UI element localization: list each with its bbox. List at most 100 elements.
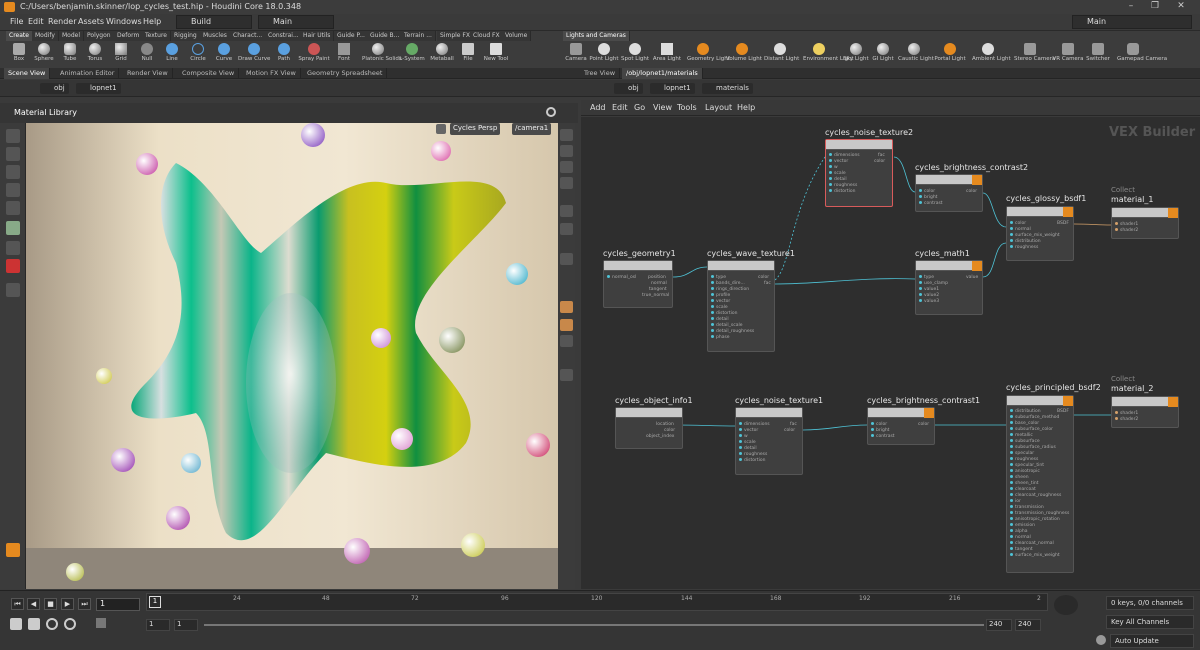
network-editor[interactable]: VEX Builder cycles_noise_texture2 dimens… (581, 117, 1200, 589)
viewport[interactable]: Cycles Persp /camera1 (26, 123, 558, 589)
lock-view-icon[interactable] (560, 161, 573, 173)
node-cycles-object-info1[interactable]: location color object_index (615, 407, 683, 449)
tab-tree-view[interactable]: Tree View (580, 68, 621, 79)
timeline-track[interactable]: 1 24 48 72 96 120 144 168 192 216 2 (146, 593, 1048, 611)
net-menu-view[interactable]: View (653, 103, 672, 112)
crumb-lopnet1[interactable]: lopnet1 (76, 83, 121, 94)
light-icon[interactable] (560, 205, 573, 217)
snap-icon[interactable] (560, 301, 573, 313)
display-flag-icon[interactable] (972, 175, 982, 185)
display-flag-icon[interactable] (924, 408, 934, 418)
range-start-field[interactable]: 1 (146, 619, 170, 631)
net-menu-help[interactable]: Help (737, 103, 755, 112)
render-region-toggle-icon[interactable] (560, 319, 573, 331)
key-icon[interactable] (1054, 595, 1078, 615)
realtime-icon[interactable] (10, 618, 22, 630)
shelf-tab-simple-fx[interactable]: Simple FX (437, 31, 474, 41)
close-icon[interactable]: ✕ (1174, 1, 1188, 12)
tool-point-light[interactable]: Point Light (588, 42, 620, 68)
tool-spot-light[interactable]: Spot Light (619, 42, 651, 68)
node-material-1[interactable]: shader1 shader2 (1111, 207, 1179, 239)
shelf-tab-guide-p[interactable]: Guide P... (334, 31, 369, 41)
last-frame-button[interactable]: ⏭ (78, 598, 91, 610)
shelf-tab-polygon[interactable]: Polygon (84, 31, 115, 41)
node-cycles-brightness-contrast2[interactable]: color bright contrast color (915, 174, 983, 212)
handle-tool-icon[interactable] (6, 221, 20, 235)
record-icon[interactable] (64, 618, 76, 630)
shelf-tab-lights-cameras[interactable]: Lights and Cameras (563, 31, 630, 41)
tool-gi-light[interactable]: GI Light (867, 42, 899, 68)
shelf-tab-texture[interactable]: Texture (142, 31, 171, 41)
net-menu-tools[interactable]: Tools (677, 103, 697, 112)
shading-icon[interactable] (560, 177, 573, 189)
grid-toggle-icon[interactable] (560, 253, 573, 265)
tab-scene-view[interactable]: Scene View (4, 68, 51, 79)
tool-curve[interactable]: Curve (208, 42, 240, 68)
shelf-tab-modify[interactable]: Modify (32, 31, 59, 41)
net-menu-layout[interactable]: Layout (705, 103, 732, 112)
maximize-icon[interactable]: ❐ (1148, 1, 1162, 12)
audio-icon[interactable] (28, 618, 40, 630)
tool-l-system[interactable]: L-System (396, 42, 428, 68)
menu-file[interactable]: File (10, 17, 23, 26)
tool-environment-light[interactable]: Environment Light (803, 42, 854, 68)
shelf-tab-terrain[interactable]: Terrain ... (401, 31, 436, 41)
net-menu-edit[interactable]: Edit (612, 103, 628, 112)
crumb-obj[interactable]: obj (614, 83, 643, 94)
tab-render-view[interactable]: Render View (123, 68, 173, 79)
tool-platonic-solids[interactable]: Platonic Solids (362, 42, 402, 68)
first-frame-button[interactable]: ⏮ (11, 598, 24, 610)
node-material-2[interactable]: shader1 shader2 (1111, 396, 1179, 428)
node-cycles-math1[interactable]: type use_clamp value1 value2 value3 valu… (915, 260, 983, 315)
menu-edit[interactable]: Edit (28, 17, 44, 26)
shelf-tab-deform[interactable]: Deform (114, 31, 144, 41)
visibility-icon[interactable] (560, 335, 573, 347)
node-cycles-glossy-bsdf1[interactable]: color normal surface_mix_weight distribu… (1006, 206, 1074, 261)
range-end-field[interactable]: 240 (986, 619, 1012, 631)
gear-icon[interactable] (546, 107, 556, 117)
lock-icon[interactable] (6, 147, 20, 161)
auto-update-dropdown[interactable]: Auto Update (1110, 634, 1194, 648)
display-flag-icon[interactable] (1168, 208, 1178, 218)
range-start-field-2[interactable]: 1 (174, 619, 198, 631)
tool-ambient-light[interactable]: Ambient Light (972, 42, 1011, 68)
tool-spray-paint[interactable]: Spray Paint (298, 42, 330, 68)
tab-motion-fx-view[interactable]: Motion FX View (242, 68, 301, 79)
layout-dropdown[interactable]: Main (258, 15, 334, 29)
right-desktop-dropdown[interactable]: Main (1072, 15, 1192, 29)
tool-caustic-light[interactable]: Caustic Light (898, 42, 934, 68)
display-flag-icon[interactable] (1168, 397, 1178, 407)
tool-font[interactable]: Font (328, 42, 360, 68)
move-tool-icon[interactable] (6, 165, 20, 179)
net-menu-add[interactable]: Add (590, 103, 606, 112)
display-flag-icon[interactable] (1063, 396, 1073, 406)
shelf-tab-charact[interactable]: Charact... (230, 31, 267, 41)
menu-render[interactable]: Render (48, 17, 76, 26)
display-flag-icon[interactable] (1063, 207, 1073, 217)
node-cycles-noise-texture2[interactable]: dimensions vector w scale detail roughne… (825, 139, 893, 207)
display-flag-icon[interactable] (972, 261, 982, 271)
shelf-tab-guide-b[interactable]: Guide B... (367, 31, 404, 41)
range-end-field-2[interactable]: 240 (1015, 619, 1041, 631)
loop-icon[interactable] (46, 618, 58, 630)
tab-geometry-spreadsheet[interactable]: Geometry Spreadsheet (303, 68, 388, 79)
shelf-tab-cloud-fx[interactable]: Cloud FX (470, 31, 504, 41)
tool-draw-curve[interactable]: Draw Curve (238, 42, 270, 68)
net-menu-go[interactable]: Go (634, 103, 645, 112)
tool-volume-light[interactable]: Volume Light (726, 42, 762, 68)
select-tool-icon[interactable] (6, 129, 20, 143)
menu-windows[interactable]: Windows (106, 17, 142, 26)
tool-distant-light[interactable]: Distant Light (764, 42, 799, 68)
tool-switcher[interactable]: Switcher (1082, 42, 1114, 68)
render-view-dropdown[interactable]: Cycles Persp (450, 123, 501, 135)
tool-path[interactable]: Path (268, 42, 300, 68)
tool-area-light[interactable]: Area Light (651, 42, 683, 68)
global-settings-icon[interactable] (96, 618, 106, 628)
shelf-tab-muscles[interactable]: Muscles (200, 31, 231, 41)
tab-composite-view[interactable]: Composite View (178, 68, 240, 79)
node-cycles-brightness-contrast1[interactable]: color bright contrast color (867, 407, 935, 445)
transform-icon[interactable] (560, 369, 573, 381)
camera-view-icon[interactable] (560, 223, 573, 235)
tool-vr-camera[interactable]: VR Camera (1052, 42, 1084, 68)
shelf-tab-hair-utils[interactable]: Hair Utils (300, 31, 335, 41)
